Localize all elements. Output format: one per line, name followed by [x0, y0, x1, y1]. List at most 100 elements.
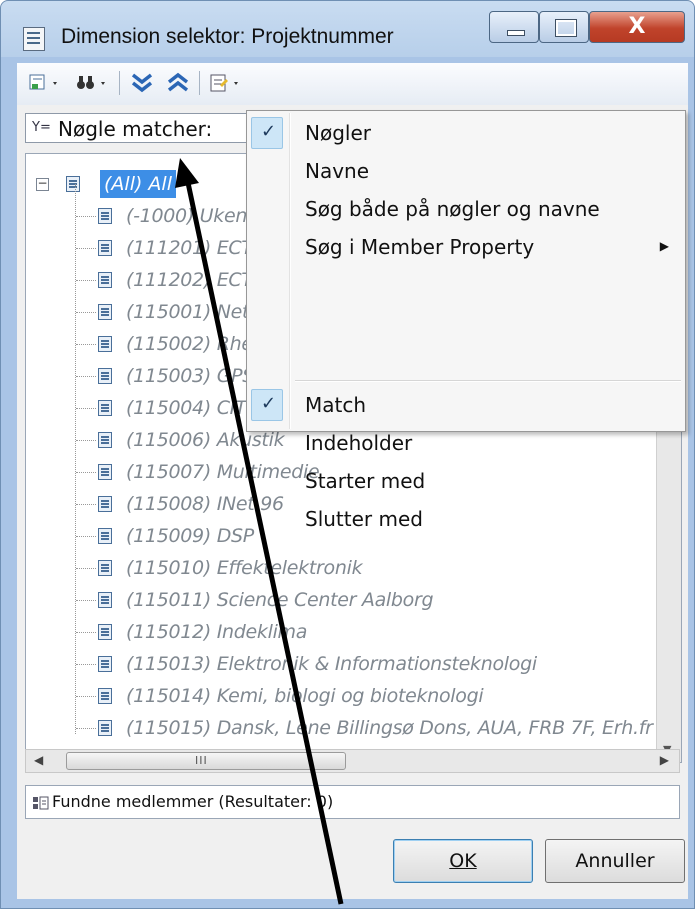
toolbar [17, 63, 688, 105]
menu-item[interactable]: ✓ Nøgler [249, 115, 683, 151]
member-icon [98, 592, 112, 608]
scroll-grip: III [195, 754, 208, 767]
member-icon [98, 304, 112, 320]
member-icon [98, 400, 112, 416]
member-icon [98, 560, 112, 576]
member-icon [98, 240, 112, 256]
menu-item[interactable]: Søg både på nøgler og navne [249, 191, 683, 227]
menu-separator [295, 380, 681, 382]
maximize-icon [555, 19, 577, 37]
menu-item-label: Match [305, 393, 367, 417]
tree-line [76, 344, 96, 345]
status-bar: Fundne medlemmer (Resultater: 0) [25, 785, 680, 819]
tree-line [76, 728, 96, 729]
properties-icon [210, 74, 238, 92]
filter-icon: Y= [32, 120, 51, 135]
dialog-icon [23, 27, 45, 51]
properties-button[interactable] [207, 71, 247, 95]
tree-item-label: (115010) Effektelektronik [126, 557, 363, 579]
menu-item-label: Navne [305, 159, 370, 183]
tree-line [76, 632, 96, 633]
toolbar-separator [199, 71, 200, 95]
minimize-button[interactable] [489, 11, 539, 43]
member-icon [98, 496, 112, 512]
tree-item-label: (115013) Elektronik & Informationsteknol… [126, 653, 537, 675]
tree-line [76, 376, 96, 377]
member-icon [98, 368, 112, 384]
tree-line [76, 312, 96, 313]
collapse-node-icon[interactable]: − [36, 177, 49, 191]
collapse-all-button[interactable] [163, 71, 193, 95]
tree-item-label: (115014) Kemi, biologi og bioteknologi [126, 685, 484, 707]
menu-item-label: Indeholder [305, 431, 413, 455]
horizontal-scrollbar[interactable]: ◀ III ▶ [25, 749, 680, 773]
filter-mode-menu: ✓ Nøgler Navne Søg både på nøgler og navne S… [246, 110, 686, 531]
tree-line [76, 568, 96, 569]
member-icon [98, 656, 112, 672]
member-icon [98, 336, 112, 352]
tree-item-label: (111201) ECT [126, 237, 253, 259]
tree-line [76, 696, 96, 697]
menu-item-label: Slutter med [305, 507, 423, 531]
tree-item-label: (111202) ECT [126, 269, 253, 291]
tree-item-label: (115002) Rhe [126, 333, 253, 355]
tree-item-label: (115015) Dansk, Lene Billingsø Dons, AUA… [126, 717, 653, 739]
member-icon [98, 624, 112, 640]
tree-line [76, 440, 96, 441]
horizontal-scroll-thumb[interactable]: III [66, 752, 346, 770]
scroll-left-icon[interactable]: ◀ [34, 753, 43, 767]
filter-mode-dropdown[interactable]: Y= Nøgle matcher: ▾ [25, 113, 265, 143]
menu-item[interactable]: Søg i Member Property ▶ [249, 229, 683, 265]
tree-line [76, 600, 96, 601]
tree-line [76, 664, 96, 665]
expand-all-icon [131, 73, 153, 93]
tree-root-label[interactable]: (All) All [100, 170, 176, 198]
submenu-arrow-icon: ▶ [659, 239, 669, 253]
menu-item[interactable]: Starter med [249, 463, 683, 499]
maximize-button[interactable] [539, 11, 589, 43]
binoculars-icon [77, 76, 105, 89]
tree-item-label: (115003) GPS [126, 365, 255, 387]
member-icon [98, 720, 112, 736]
menu-item[interactable]: Indeholder [249, 425, 683, 461]
menu-item-label: Søg i Member Property [305, 235, 535, 259]
checkmark-glyph: ✓ [261, 121, 277, 142]
member-icon [98, 528, 112, 544]
tree-line [75, 184, 76, 734]
menu-item[interactable]: Slutter med [249, 501, 683, 537]
tree-item-label: (115011) Science Center Aalborg [126, 589, 434, 611]
menu-item-label: Starter med [305, 469, 426, 493]
member-icon [98, 432, 112, 448]
close-icon: X [628, 14, 646, 39]
toolbar-separator [119, 71, 120, 95]
title-bar[interactable]: Dimension selektor: Projektnummer X [1, 1, 694, 57]
menu-item[interactable]: ✓ Match [249, 387, 683, 423]
ok-button[interactable]: OK [393, 839, 533, 883]
expand-all-button[interactable] [127, 71, 157, 95]
checkmark-icon: ✓ [251, 117, 283, 149]
checkmark-icon: ✓ [251, 389, 283, 421]
menu-item-label: Nøgler [305, 121, 371, 145]
tree-line [76, 472, 96, 473]
tree-item-label: (115009) DSP [126, 525, 254, 547]
tree-view-button[interactable] [27, 71, 67, 95]
window-title: Dimension selektor: Projektnummer [61, 25, 394, 48]
menu-item[interactable]: Navne [249, 153, 683, 189]
tree-line [76, 504, 96, 505]
member-icon [98, 464, 112, 480]
member-icon [98, 208, 112, 224]
checkmark-glyph: ✓ [261, 393, 277, 414]
tree-item-label: (115012) Indeklima [126, 621, 308, 643]
tree-item-label: (115004) CIT [126, 397, 247, 419]
member-icon [98, 688, 112, 704]
cancel-button[interactable]: Annuller [545, 839, 685, 883]
results-icon [32, 794, 49, 810]
collapse-all-icon [167, 72, 189, 92]
close-button[interactable]: X [589, 11, 685, 43]
tree-line [76, 408, 96, 409]
scroll-right-icon[interactable]: ▶ [660, 753, 669, 767]
menu-item-label: Søg både på nøgler og navne [305, 197, 600, 221]
filter-mode-label: Nøgle matcher: [58, 117, 213, 141]
member-icon [66, 176, 80, 192]
find-button[interactable] [73, 71, 113, 95]
